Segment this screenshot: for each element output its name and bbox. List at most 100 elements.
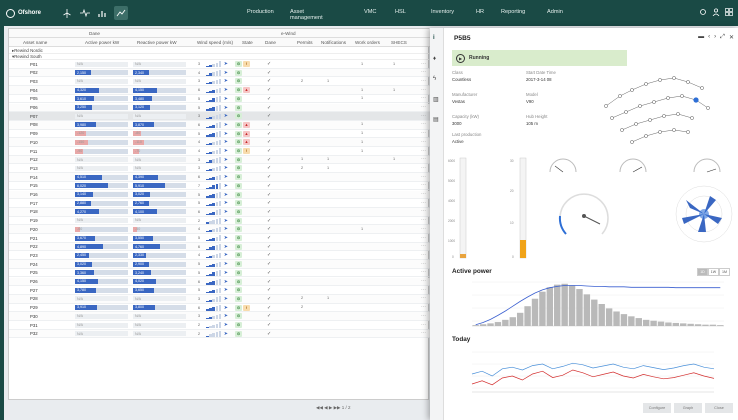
row-menu-icon[interactable]: ⋯ <box>421 174 426 180</box>
chart-icon[interactable] <box>114 6 128 20</box>
table-row[interactable]: P21 3,670 3,550 5 ➤ ⊙ ✓ ⋯ <box>9 234 430 243</box>
work-orders-count[interactable]: 1 <box>361 62 363 66</box>
row-menu-icon[interactable]: ⋯ <box>421 121 426 127</box>
app-logo[interactable]: Ofshore <box>6 8 56 18</box>
col-state[interactable]: State <box>242 40 253 45</box>
state-cell[interactable]: ⊙ <box>235 322 253 329</box>
col-permits[interactable]: Permits <box>297 40 313 45</box>
state-cell[interactable]: ⊙ <box>235 235 253 242</box>
table-row[interactable]: P24 3,020 2,900 5 ➤ ⊙ ✓ ⋯ <box>9 260 430 269</box>
table-row[interactable]: P17 2,880 2,760 5 ➤ ⊙ ✓ ⋯ <box>9 199 430 208</box>
state-cell[interactable]: ⊙ ▲ <box>235 121 253 129</box>
table-row[interactable]: P16 3,140 3,020 5 ➤ ⊙ ✓ ⋯ <box>9 190 430 200</box>
work-orders-count[interactable]: 1 <box>361 88 363 92</box>
row-menu-icon[interactable]: ⋯ <box>421 287 426 293</box>
row-menu-icon[interactable]: ⋯ <box>421 113 426 119</box>
asset-name[interactable]: P32 <box>30 331 38 336</box>
permits-count[interactable]: 2 <box>301 79 303 83</box>
table-row[interactable]: P01 N/A N/A 3 ➤ ⊙! ✓ 1 1 ⋯ <box>9 60 430 69</box>
state-cell[interactable]: ⊙ ▲ <box>235 139 253 146</box>
row-menu-icon[interactable]: ⋯ <box>421 322 426 328</box>
row-menu-icon[interactable]: ⋯ <box>421 269 426 275</box>
state-cell[interactable]: ⊙ <box>235 278 253 286</box>
table-row[interactable]: P26 4,150 4,020 6 ➤ ⊙ ✓ ⋯ <box>9 277 430 287</box>
work-orders-count[interactable]: 1 <box>361 227 363 231</box>
state-cell[interactable]: ⊙ <box>235 261 253 268</box>
state-cell[interactable]: ⊙ <box>235 208 253 216</box>
bar-chart-icon[interactable]: ▥ <box>433 96 441 104</box>
asset-name[interactable]: P18 <box>30 209 38 214</box>
prev-icon[interactable]: ‹ <box>708 34 710 41</box>
asset-name[interactable]: P20 <box>30 227 38 232</box>
row-menu-icon[interactable]: ⋯ <box>421 139 426 145</box>
settings-icon[interactable] <box>698 7 707 16</box>
nav-item-inventory[interactable]: Inventory <box>431 9 454 15</box>
row-menu-icon[interactable]: ⋯ <box>421 200 426 206</box>
asset-name[interactable]: P01 <box>30 62 38 67</box>
permits-count[interactable]: 2 <box>301 305 303 309</box>
notifications-count[interactable]: 1 <box>327 157 329 161</box>
table-row[interactable]: P11 -90 -70 4 ➤ ⊙! ✓ 1 ⋯ <box>9 147 430 156</box>
col-wind-speed[interactable]: Wind speed (m/s) <box>197 40 233 45</box>
row-menu-icon[interactable]: ⋯ <box>421 104 426 110</box>
row-menu-icon[interactable]: ⋯ <box>421 61 426 67</box>
document-icon[interactable]: ▤ <box>433 116 441 124</box>
toggle-1w[interactable]: 1W <box>708 268 719 276</box>
row-menu-icon[interactable]: ⋯ <box>421 87 426 93</box>
pulse-icon[interactable] <box>78 6 92 20</box>
asset-name[interactable]: P15 <box>30 183 38 188</box>
state-cell[interactable]: ⊙ <box>235 78 253 85</box>
col-reactive-power[interactable]: Reactive power kW <box>137 40 177 45</box>
user-icon[interactable] <box>711 7 720 16</box>
state-cell[interactable]: ⊙ <box>235 295 253 303</box>
state-cell[interactable]: ⊙! <box>235 304 253 312</box>
table-row[interactable]: P03 N/A N/A 3 ➤ ⊙ ✓ 2 1 ⋯ <box>9 77 430 87</box>
asset-name[interactable]: P24 <box>30 262 38 267</box>
work-orders-count[interactable]: 1 <box>361 149 363 153</box>
state-cell[interactable]: ⊙ <box>235 165 253 172</box>
asset-name[interactable]: P17 <box>30 201 38 206</box>
state-cell[interactable]: ⊙ <box>235 330 253 338</box>
asset-name[interactable]: P06 <box>30 105 38 110</box>
table-row[interactable]: P20 -60 -40 4 ➤ ⊙ ✓ 1 ⋯ <box>9 225 430 234</box>
state-cell[interactable]: ⊙! <box>235 148 253 155</box>
table-row[interactable]: P32 N/A N/A 2 ➤ ⊙ ✓ ⋯ <box>9 329 430 339</box>
row-menu-icon[interactable]: ⋯ <box>421 226 426 232</box>
expand-window-icon[interactable]: ⤢ <box>720 34 725 41</box>
table-row[interactable]: P30 N/A N/A 3 ➤ ⊙ ✓ ⋯ <box>9 312 430 321</box>
table-row[interactable]: P19 N/A N/A 2 ➤ ⊙ ✓ ⋯ <box>9 217 430 226</box>
table-row[interactable]: P10 -150 -110 4 ➤ ⊙ ▲ ✓ 1 ⋯ <box>9 138 430 147</box>
toggle-1d[interactable]: 1D <box>697 268 708 276</box>
nav-item-production[interactable]: Production <box>247 9 274 15</box>
state-cell[interactable]: ⊙ <box>235 174 253 181</box>
col-asset-name[interactable]: Asset name <box>23 40 47 45</box>
asset-name[interactable]: P19 <box>30 218 38 223</box>
table-row[interactable]: P08 3,980 3,870 6 ➤ ⊙ ▲ ✓ 1 ⋯ <box>9 120 430 130</box>
state-cell[interactable]: ⊙ <box>235 217 253 225</box>
state-cell[interactable]: ⊙ ▲ <box>235 87 253 94</box>
row-menu-icon[interactable]: ⋯ <box>421 243 426 249</box>
state-cell[interactable]: ⊙ <box>235 95 253 103</box>
table-row[interactable]: P06 3,250 3,120 5 ➤ ⊙ ✓ ⋯ <box>9 103 430 113</box>
row-menu-icon[interactable]: ⋯ <box>421 304 426 310</box>
state-cell[interactable]: ⊙ <box>235 226 253 233</box>
work-orders-count[interactable]: 1 <box>361 131 363 135</box>
graph-button[interactable]: Graph <box>674 403 702 413</box>
notifications-count[interactable]: 1 <box>327 296 329 300</box>
asset-name[interactable]: P11 <box>30 149 37 154</box>
asset-name[interactable]: P31 <box>30 323 38 328</box>
row-menu-icon[interactable]: ⋯ <box>421 278 426 284</box>
asset-name[interactable]: P27 <box>30 288 38 293</box>
asset-name[interactable]: P08 <box>30 122 38 127</box>
asset-name[interactable]: P14 <box>30 175 38 180</box>
table-row[interactable]: P09 -120 -80 5 ➤ ⊙ ▲ ✓ 1 ⋯ <box>9 130 430 139</box>
bolt-icon[interactable]: ϟ <box>433 76 441 84</box>
col-notifications[interactable]: Notifications <box>321 40 346 45</box>
state-cell[interactable]: ⊙ <box>235 287 253 294</box>
row-menu-icon[interactable]: ⋯ <box>421 78 426 84</box>
work-orders-count[interactable]: 1 <box>361 122 363 126</box>
row-menu-icon[interactable]: ⋯ <box>421 69 426 75</box>
table-row[interactable]: P13 N/A N/A 3 ➤ ⊙ ✓ 2 1 ⋯ <box>9 164 430 174</box>
table-row[interactable]: P04 4,320 4,150 6 ➤ ⊙ ▲ ✓ 1 1 ⋯ <box>9 86 430 95</box>
close-icon[interactable]: ✕ <box>729 34 734 41</box>
